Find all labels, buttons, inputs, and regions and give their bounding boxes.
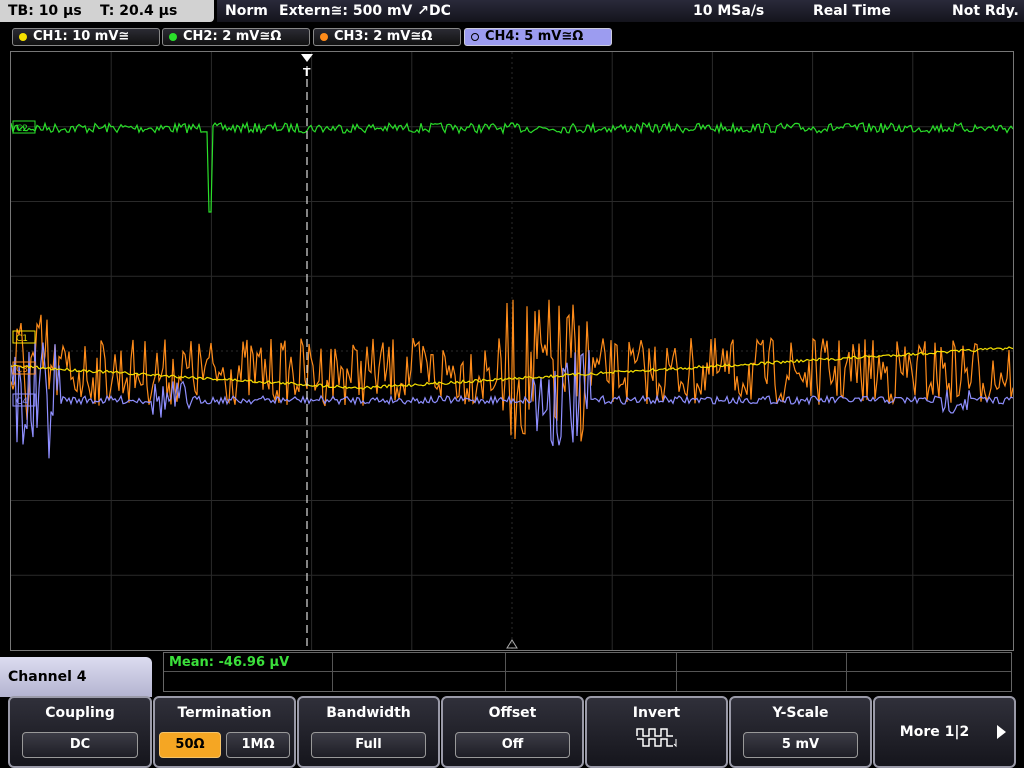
coupling-softkey[interactable]: Coupling DC xyxy=(8,696,152,768)
channel-1-dot-icon xyxy=(19,33,27,41)
channel-2-marker-label: C2 xyxy=(16,124,28,134)
channel-3-label: CH3: 2 mV≅Ω xyxy=(334,29,433,44)
measurement-divider xyxy=(505,653,506,691)
timebase-value: TB: 10 μs xyxy=(8,3,82,19)
more-label: More 1|2 xyxy=(899,724,970,740)
yscale-value[interactable]: 5 mV xyxy=(743,732,858,758)
channel-1-marker-label: C1 xyxy=(16,334,28,344)
invert-softkey[interactable]: Invert xyxy=(585,696,728,768)
run-status: Not Rdy. xyxy=(952,3,1019,19)
chevron-right-icon xyxy=(997,725,1006,739)
trigger-source[interactable]: Extern≅: 500 mV ↗DC xyxy=(279,3,451,19)
measurement-divider xyxy=(676,653,677,691)
sample-rate: 10 MSa/s xyxy=(693,3,765,19)
termination-softkey[interactable]: Termination 50Ω 1MΩ xyxy=(153,696,296,768)
measurement-panel: Mean: -46.96 μV xyxy=(163,652,1012,692)
measurement-divider xyxy=(332,653,333,691)
status-bar: TB: 10 μs T: 20.4 μs Norm Extern≅: 500 m… xyxy=(0,0,1024,24)
channel-1-label: CH1: 10 mV≅ xyxy=(33,29,130,44)
coupling-label: Coupling xyxy=(45,705,115,721)
coupling-value[interactable]: DC xyxy=(22,732,138,758)
tab-channel-4[interactable]: CH4: 5 mV≅Ω xyxy=(464,28,612,46)
waveform-display[interactable]: C2 C1 C3 C4 T xyxy=(10,51,1014,651)
acquisition-mode: Real Time xyxy=(813,3,891,19)
measurement-divider xyxy=(846,653,847,691)
channel-2-dot-icon xyxy=(169,33,177,41)
channel-2-label: CH2: 2 mV≅Ω xyxy=(183,29,282,44)
termination-1mohm-option[interactable]: 1MΩ xyxy=(226,732,290,758)
trigger-time-value: T: 20.4 μs xyxy=(100,3,178,19)
trigger-marker-label: T xyxy=(303,66,311,79)
bandwidth-softkey[interactable]: Bandwidth Full xyxy=(297,696,440,768)
offset-label: Offset xyxy=(488,705,537,721)
channel-3-dot-icon xyxy=(320,33,328,41)
waveform-canvas: C2 C1 C3 C4 T xyxy=(11,52,1013,650)
termination-label: Termination xyxy=(177,705,272,721)
yscale-softkey[interactable]: Y-Scale 5 mV xyxy=(729,696,872,768)
invert-label: Invert xyxy=(632,705,681,721)
offset-softkey[interactable]: Offset Off xyxy=(441,696,584,768)
channel-4-label: CH4: 5 mV≅Ω xyxy=(485,29,584,44)
menu-title-text: Channel 4 xyxy=(8,669,87,685)
channel-4-dot-icon xyxy=(471,33,479,41)
yscale-label: Y-Scale xyxy=(772,705,829,721)
channel-3-marker-label: C3 xyxy=(16,365,28,375)
channel-tabs: CH1: 10 mV≅ CH2: 2 mV≅Ω CH3: 2 mV≅Ω CH4:… xyxy=(0,26,1024,48)
tab-channel-3[interactable]: CH3: 2 mV≅Ω xyxy=(313,28,461,46)
channel-3-trace xyxy=(11,299,1013,442)
tab-channel-2[interactable]: CH2: 2 mV≅Ω xyxy=(162,28,310,46)
acquisition-status: Norm Extern≅: 500 mV ↗DC 10 MSa/s Real T… xyxy=(217,0,1024,22)
invert-waveform-icon xyxy=(635,728,676,748)
channel-4-marker-label: C4 xyxy=(16,397,28,407)
trigger-mode[interactable]: Norm xyxy=(225,3,268,19)
timebase-panel[interactable]: TB: 10 μs T: 20.4 μs xyxy=(0,0,214,22)
measurement-divider xyxy=(164,671,1011,672)
bandwidth-value[interactable]: Full xyxy=(311,732,426,758)
tab-channel-1[interactable]: CH1: 10 mV≅ xyxy=(12,28,160,46)
more-softkey[interactable]: More 1|2 xyxy=(873,696,1016,768)
mean-measurement: Mean: -46.96 μV xyxy=(169,655,290,670)
offset-value[interactable]: Off xyxy=(455,732,570,758)
menu-title: Channel 4 xyxy=(0,657,152,697)
bandwidth-label: Bandwidth xyxy=(326,705,411,721)
termination-50ohm-option[interactable]: 50Ω xyxy=(159,732,221,758)
